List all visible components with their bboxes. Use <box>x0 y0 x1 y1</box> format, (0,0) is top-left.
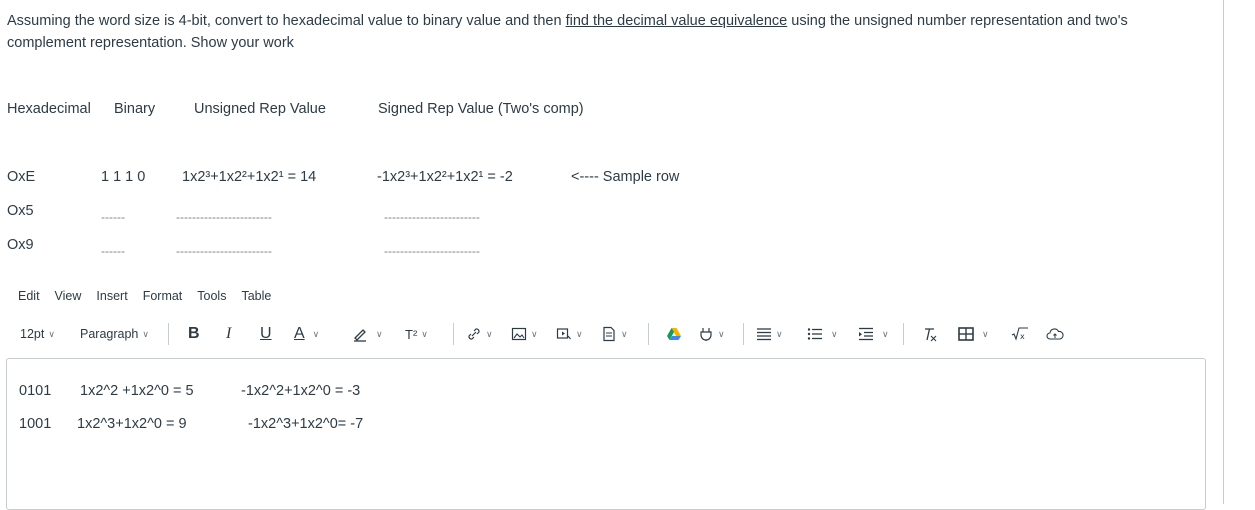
menu-tools[interactable]: Tools <box>197 289 226 303</box>
question-part-1: Assuming the word size is 4-bit, convert… <box>7 13 566 29</box>
menu-edit[interactable]: Edit <box>18 289 40 303</box>
document-icon <box>603 326 615 342</box>
text-color-icon: A <box>294 325 305 342</box>
font-size-dropdown[interactable]: 12pt ∨ <box>20 323 55 345</box>
toolbar-divider <box>743 323 744 345</box>
answer-binary: 0101 <box>19 383 52 399</box>
link-icon <box>468 328 480 340</box>
chevron-down-icon: ∨ <box>312 328 320 339</box>
document-button[interactable]: ∨ <box>601 323 628 345</box>
square-root-icon: x <box>1011 327 1028 341</box>
superscript-button[interactable]: T² ∨ <box>405 323 428 345</box>
toolbar-divider <box>648 323 649 345</box>
rich-text-editor[interactable]: 0101 1x2^2 +1x2^0 = 5 -1x2^2+1x2^0 = -3 … <box>6 358 1206 510</box>
chevron-down-icon: ∨ <box>486 328 493 339</box>
row-hex: Ox9 <box>7 237 34 253</box>
google-drive-icon <box>667 328 681 340</box>
editor-toolbar: 12pt ∨ Paragraph ∨ B I U A ∨ ∨ T² ∨ ∨ ∨ ∨ ∨ … <box>18 323 1098 345</box>
indent-button[interactable]: ∨ <box>858 323 889 345</box>
highlighter-icon <box>354 329 366 342</box>
bullet-list-button[interactable]: ∨ <box>807 323 838 345</box>
question-text: Assuming the word size is 4-bit, convert… <box>7 10 1197 54</box>
menu-view[interactable]: View <box>55 289 82 303</box>
row-unsigned-blank: ------------------------ <box>176 210 272 224</box>
align-icon <box>757 328 771 341</box>
cloud-upload-button[interactable] <box>1046 323 1064 345</box>
bold-button[interactable]: B <box>188 323 200 345</box>
align-button[interactable]: ∨ <box>756 323 783 345</box>
text-color-button[interactable]: A ∨ <box>294 323 319 345</box>
row-binary-blank: ------ <box>101 210 125 224</box>
sample-unsigned: 1x2³+1x2²+1x2¹ = 14 <box>182 169 317 185</box>
sample-binary: 1 1 1 0 <box>101 169 146 185</box>
chevron-down-icon: ∨ <box>376 328 383 339</box>
menu-table[interactable]: Table <box>241 289 271 303</box>
page-right-border <box>1223 0 1224 504</box>
image-icon <box>511 327 527 341</box>
header-signed: Signed Rep Value (Two's comp) <box>378 101 584 117</box>
row-binary-blank: ------ <box>101 244 125 258</box>
svg-text:x: x <box>1020 332 1025 341</box>
equation-button[interactable]: x <box>1011 323 1029 345</box>
question-part-2: using the unsigned number representation… <box>787 13 1128 29</box>
toolbar-divider <box>453 323 454 345</box>
chevron-down-icon: ∨ <box>142 328 149 339</box>
table-icon <box>958 327 974 341</box>
chevron-down-icon: ∨ <box>576 328 583 339</box>
media-icon <box>556 328 571 340</box>
row-signed-blank: ------------------------ <box>384 210 480 224</box>
header-hexadecimal: Hexadecimal <box>7 101 91 117</box>
media-button[interactable]: ∨ <box>556 323 583 345</box>
image-button[interactable]: ∨ <box>511 323 538 345</box>
header-binary: Binary <box>114 101 156 117</box>
sample-row-note: <---- Sample row <box>571 169 680 185</box>
sample-hex: OxE <box>7 169 36 185</box>
clear-formatting-button[interactable] <box>922 323 938 345</box>
chevron-down-icon: ∨ <box>718 328 725 339</box>
block-format-value: Paragraph <box>80 327 139 341</box>
editor-menubar: Edit View Insert Format Tools Table <box>18 289 286 303</box>
row-unsigned-blank: ------------------------ <box>176 244 272 258</box>
highlight-button[interactable]: ∨ <box>352 323 383 345</box>
chevron-down-icon: ∨ <box>982 328 989 339</box>
menu-insert[interactable]: Insert <box>96 289 127 303</box>
link-button[interactable]: ∨ <box>466 323 493 345</box>
clear-formatting-icon <box>925 328 937 342</box>
table-button[interactable]: ∨ <box>958 323 989 345</box>
chevron-down-icon: ∨ <box>882 328 889 339</box>
chevron-down-icon: ∨ <box>48 328 55 339</box>
answer-unsigned: 1x2^2 +1x2^0 = 5 <box>80 383 194 399</box>
font-size-value: 12pt <box>20 327 45 341</box>
google-drive-button[interactable] <box>666 323 682 345</box>
chevron-down-icon: ∨ <box>621 328 628 339</box>
underline-button[interactable]: U <box>260 323 272 345</box>
header-unsigned: Unsigned Rep Value <box>194 101 326 117</box>
question-underlined-phrase: find the decimal value equivalence <box>565 13 788 29</box>
sample-signed: -1x2³+1x2²+1x2¹ = -2 <box>377 169 513 185</box>
chevron-down-icon: ∨ <box>421 328 428 339</box>
indent-icon <box>859 327 873 341</box>
toolbar-divider <box>903 323 904 345</box>
answer-signed: -1x2^2+1x2^0 = -3 <box>241 383 361 399</box>
cloud-icon <box>1046 328 1064 340</box>
row-hex: Ox5 <box>7 203 34 219</box>
italic-button[interactable]: I <box>226 323 231 345</box>
apps-button[interactable]: ∨ <box>698 323 725 345</box>
chevron-down-icon: ∨ <box>531 328 538 339</box>
plug-icon <box>700 328 712 341</box>
chevron-down-icon: ∨ <box>831 328 838 339</box>
menu-format[interactable]: Format <box>143 289 183 303</box>
answer-unsigned: 1x2^3+1x2^0 = 9 <box>77 416 187 432</box>
block-format-dropdown[interactable]: Paragraph ∨ <box>80 323 149 345</box>
bullet-list-icon <box>807 328 822 340</box>
chevron-down-icon: ∨ <box>776 328 783 339</box>
question-part-3: complement representation. Show your wor… <box>7 35 294 51</box>
toolbar-divider <box>168 323 169 345</box>
answer-binary: 1001 <box>19 416 52 432</box>
answer-signed: -1x2^3+1x2^0= -7 <box>248 416 364 432</box>
row-signed-blank: ------------------------ <box>384 244 480 258</box>
superscript-icon: T² <box>405 326 418 342</box>
